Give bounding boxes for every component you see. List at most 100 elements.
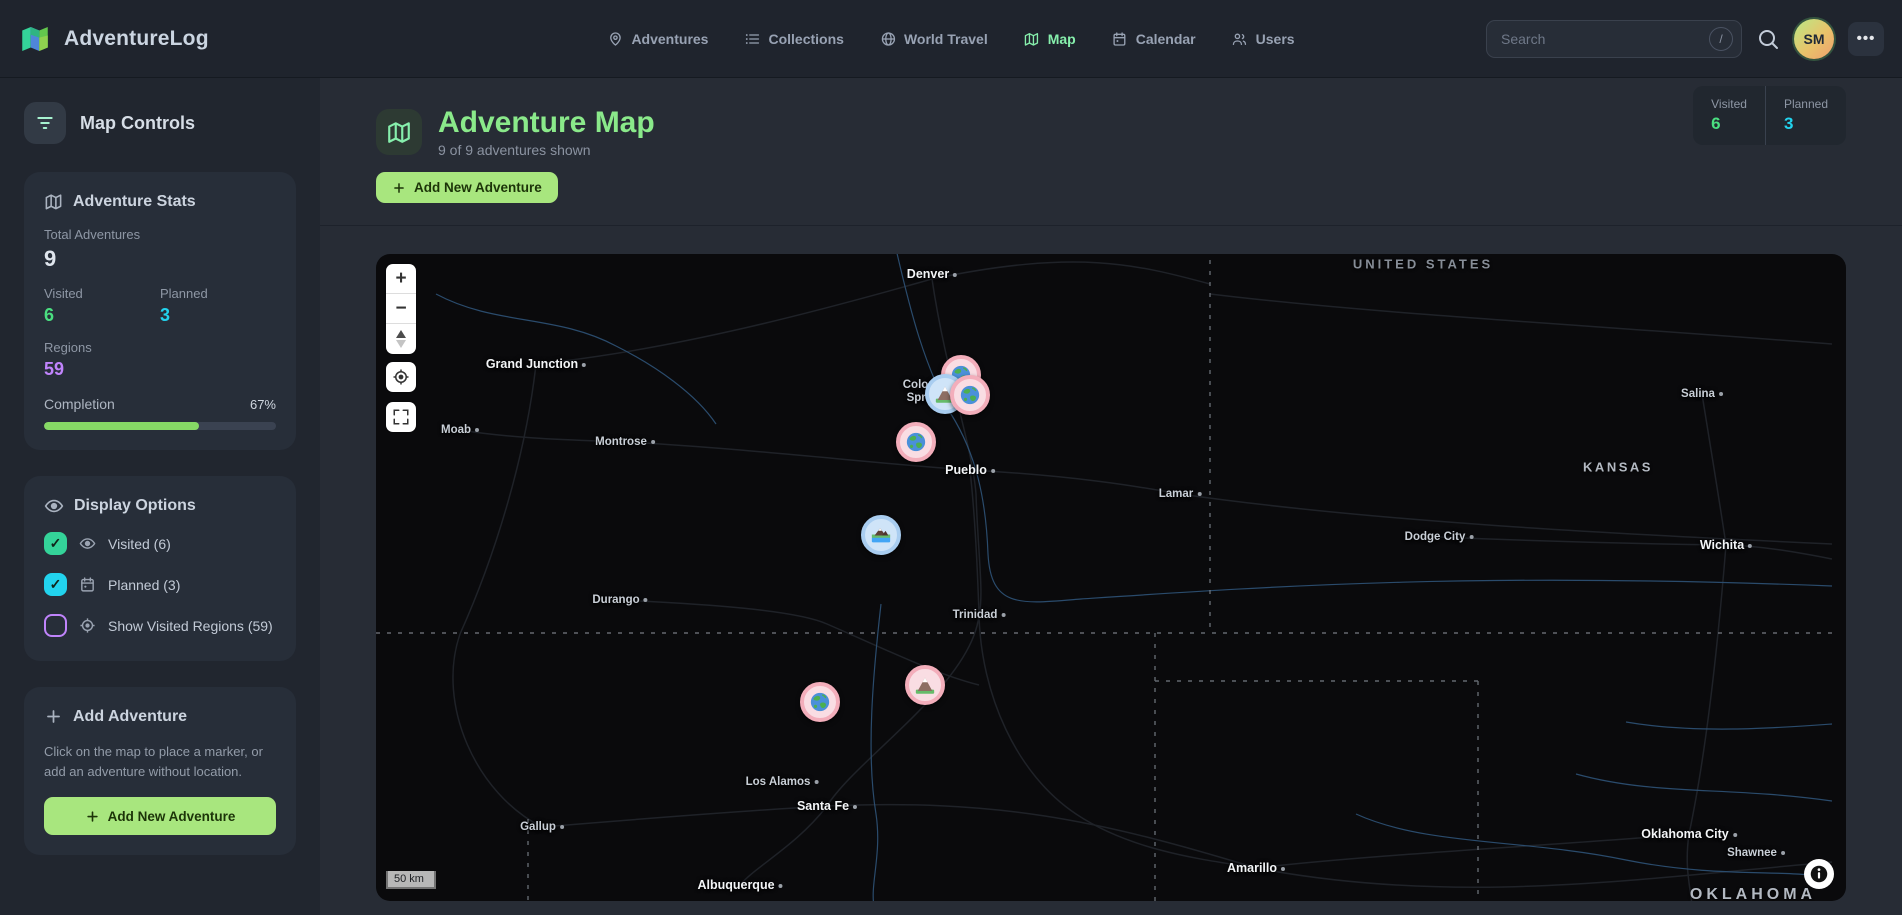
- sidebar-title: Map Controls: [80, 113, 195, 134]
- fullscreen-button[interactable]: [386, 402, 416, 432]
- city-label-salina: Salina: [1681, 388, 1723, 400]
- add-new-adventure-button-main[interactable]: Add New Adventure: [376, 172, 558, 203]
- city-label-dodge-city: Dodge City: [1405, 531, 1474, 543]
- adventure-marker-3[interactable]: [950, 375, 990, 415]
- ellipsis-icon: •••: [1857, 30, 1876, 47]
- adventure-marker-4[interactable]: [896, 422, 936, 462]
- geolocate-button[interactable]: [386, 362, 416, 392]
- city-label-grand-junction: Grand Junction: [486, 357, 586, 371]
- map-pin-icon: [607, 31, 623, 47]
- total-adventures-label: Total Adventures: [44, 227, 276, 242]
- zoom-in-button[interactable]: +: [386, 264, 416, 294]
- display-option-show-visited-regions-59-[interactable]: Show Visited Regions (59): [44, 614, 276, 637]
- app-logo-map-icon: [18, 22, 52, 56]
- eye-icon: [44, 496, 64, 516]
- sidebar-header: Map Controls: [24, 102, 296, 144]
- globe-marker-icon: [959, 384, 981, 406]
- adventure-marker-7[interactable]: [800, 682, 840, 722]
- main-content: Adventure Map 9 of 9 adventures shown Ad…: [320, 78, 1902, 915]
- fullscreen-icon: [392, 408, 410, 426]
- city-label-wichita: Wichita: [1700, 538, 1752, 552]
- header-stat-visited: Visited6: [1693, 86, 1765, 145]
- planned-label: Planned: [160, 286, 276, 301]
- globe-marker-icon: [905, 431, 927, 453]
- city-dot: [853, 805, 857, 809]
- add-button-label: Add New Adventure: [108, 809, 236, 824]
- map-zoom-controls: + −: [386, 264, 416, 354]
- page-subtitle: 9 of 9 adventures shown: [438, 142, 655, 158]
- map-controls-button[interactable]: [24, 102, 66, 144]
- more-menu-button[interactable]: •••: [1848, 22, 1884, 56]
- checkbox-checked[interactable]: ✓: [44, 532, 67, 555]
- nav-item-collections[interactable]: Collections: [744, 31, 843, 47]
- add-button-label: Add New Adventure: [414, 180, 542, 195]
- adventure-map[interactable]: UNITED STATESKANSASOKLAHOMADenverGrand J…: [376, 254, 1846, 901]
- adventure-marker-5[interactable]: [861, 515, 901, 555]
- adventure-stats-card: Adventure Stats Total Adventures 9 Visit…: [24, 172, 296, 450]
- page-map-icon: [376, 109, 422, 155]
- city-dot: [1197, 492, 1201, 496]
- city-dot: [475, 428, 479, 432]
- brand[interactable]: AdventureLog: [18, 22, 209, 56]
- nav-item-adventures[interactable]: Adventures: [607, 31, 708, 47]
- search-shortcut-badge: /: [1709, 27, 1733, 51]
- city-dot: [814, 780, 818, 784]
- city-dot: [953, 273, 957, 277]
- nav-item-calendar[interactable]: Calendar: [1112, 31, 1196, 47]
- nav-item-world-travel[interactable]: World Travel: [880, 31, 988, 47]
- city-dot: [1281, 867, 1285, 871]
- top-navbar: AdventureLog Adventures Collections World …: [0, 0, 1902, 78]
- search-input[interactable]: [1486, 20, 1742, 58]
- header-stat-planned: Planned3: [1765, 86, 1846, 145]
- city-label-denver: Denver: [907, 267, 957, 281]
- city-dot: [1001, 613, 1005, 617]
- map-stats-icon: [44, 192, 63, 211]
- city-dot: [1748, 544, 1752, 548]
- sidebar: Map Controls Adventure Stats Total Adven…: [0, 78, 320, 915]
- display-option-visited-6-[interactable]: ✓Visited (6): [44, 532, 276, 555]
- region-label-united-states: UNITED STATES: [1353, 257, 1493, 272]
- info-icon: [1808, 863, 1830, 885]
- city-label-los-alamos: Los Alamos: [746, 776, 819, 788]
- checkbox-checked[interactable]: ✓: [44, 573, 67, 596]
- plus-icon: +: [395, 268, 406, 290]
- city-label-amarillo: Amarillo: [1227, 861, 1285, 875]
- checkbox-unchecked[interactable]: [44, 614, 67, 637]
- calendar-icon: [79, 576, 96, 593]
- compass-button[interactable]: [386, 324, 416, 354]
- completion-progress-bar: [44, 422, 276, 430]
- plus-icon: [44, 707, 63, 726]
- zoom-out-button[interactable]: −: [386, 294, 416, 324]
- city-dot: [644, 598, 648, 602]
- add-adventure-description: Click on the map to place a marker, or a…: [44, 742, 276, 781]
- list-icon: [744, 31, 760, 47]
- option-label: Planned (3): [108, 577, 180, 593]
- city-dot: [1781, 851, 1785, 855]
- city-label-moab: Moab: [441, 424, 479, 436]
- regions-label: Regions: [44, 340, 276, 355]
- compass-north-icon: [396, 330, 406, 338]
- search-icon[interactable]: [1756, 27, 1780, 51]
- mountain-marker-icon: [914, 674, 936, 696]
- main-nav: Adventures Collections World Travel Map Cale…: [607, 31, 1294, 47]
- header-stats-box: Visited6Planned3: [1693, 86, 1846, 145]
- display-option-planned-3-[interactable]: ✓ Planned (3): [44, 573, 276, 596]
- compass-south-icon: [396, 340, 406, 348]
- globe-marker-icon: [809, 691, 831, 713]
- attribution-button[interactable]: [1804, 859, 1834, 889]
- city-dot: [582, 363, 586, 367]
- total-adventures-value: 9: [44, 246, 276, 272]
- city-label-durango: Durango: [592, 594, 647, 606]
- adventure-marker-6[interactable]: [905, 665, 945, 705]
- visited-label: Visited: [44, 286, 160, 301]
- nav-item-users[interactable]: Users: [1232, 31, 1295, 47]
- nav-item-map[interactable]: Map: [1024, 31, 1076, 47]
- navbar-right: / SM •••: [1486, 19, 1884, 59]
- city-label-shawnee: Shawnee: [1727, 847, 1785, 859]
- page-title: Adventure Map: [438, 106, 655, 139]
- city-label-montrose: Montrose: [595, 436, 655, 448]
- avatar[interactable]: SM: [1794, 19, 1834, 59]
- display-options-title: Display Options: [74, 497, 196, 515]
- add-new-adventure-button-sidebar[interactable]: Add New Adventure: [44, 797, 276, 835]
- city-dot: [779, 884, 783, 888]
